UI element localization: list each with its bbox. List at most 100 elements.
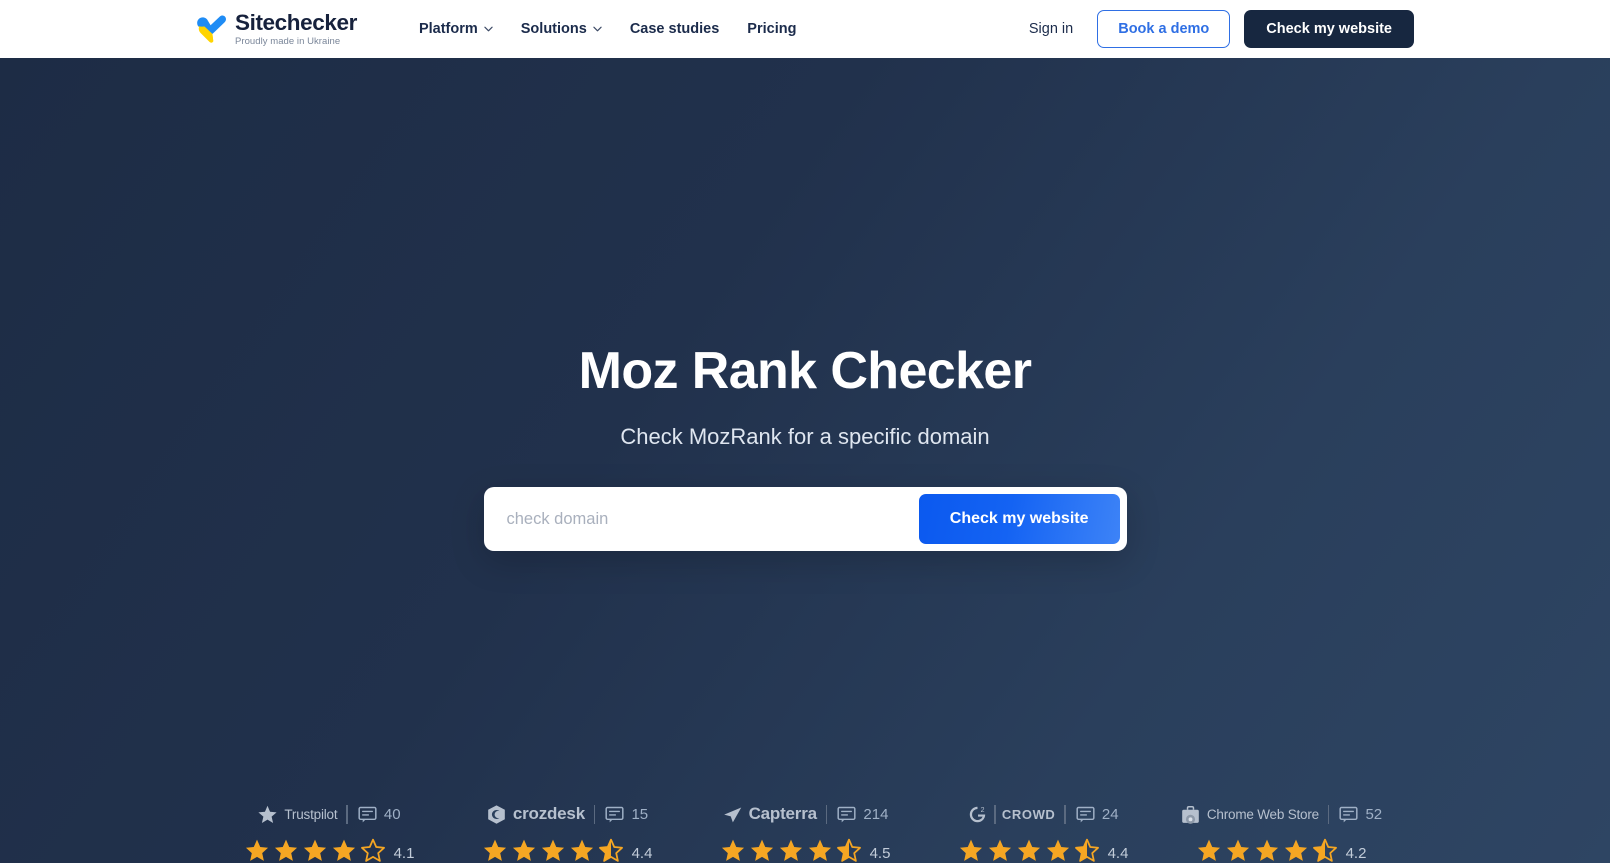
badge-g2crowd[interactable]: 2 CROWD 24 4.4 <box>945 799 1141 863</box>
brand-name: Trustpilot <box>284 806 338 822</box>
badge-header: 2 CROWD 24 <box>945 799 1141 829</box>
divider <box>593 804 596 824</box>
nav-label-solutions: Solutions <box>520 21 587 37</box>
star-full-icon <box>1284 839 1307 861</box>
brand-crozdesk: crozdesk <box>486 804 585 825</box>
badge-header: Capterra 214 <box>707 799 903 829</box>
nav-item-pricing[interactable]: Pricing <box>747 21 796 37</box>
page-title: Moz Rank Checker <box>578 342 1032 400</box>
comment-icon <box>1076 806 1095 822</box>
star-full-icon <box>512 839 535 861</box>
review-count: 52 <box>1365 805 1383 823</box>
hero-content: Moz Rank Checker Check MozRank for a spe… <box>0 58 1610 552</box>
divider <box>346 804 348 824</box>
g2-crowd-icon: 2 <box>970 806 986 822</box>
comment-icon <box>358 806 377 822</box>
book-demo-button[interactable]: Book a demo <box>1097 10 1231 48</box>
nav-item-platform[interactable]: Platform <box>419 21 493 37</box>
rating-value: 4.5 <box>869 845 891 862</box>
crozdesk-shield-icon <box>488 804 505 824</box>
header-check-website-button[interactable]: Check my website <box>1244 10 1414 48</box>
review-count-group: 40 <box>357 804 401 825</box>
nav-item-case-studies[interactable]: Case studies <box>630 21 719 37</box>
star-full-icon <box>959 839 982 861</box>
badge-crozdesk[interactable]: crozdesk 15 4.4 <box>469 799 665 863</box>
header-actions: Sign in Book a demo Check my website <box>1029 10 1610 48</box>
review-count: 24 <box>1101 805 1119 823</box>
rating-value: 4.4 <box>631 845 653 862</box>
badge-chrome-web-store[interactable]: Chrome Web Store 52 4.2 <box>1180 799 1382 863</box>
hero-section: Moz Rank Checker Check MozRank for a spe… <box>0 58 1610 863</box>
review-count-group: 52 <box>1338 804 1382 825</box>
star-full-icon <box>1046 839 1069 861</box>
star-full-icon <box>721 839 744 861</box>
star-half-icon <box>1074 838 1099 862</box>
domain-search-input[interactable] <box>490 494 919 545</box>
review-count-group: 214 <box>836 804 888 825</box>
star-rating: 4.1 <box>231 838 427 863</box>
review-count: 15 <box>631 805 649 823</box>
star-full-icon <box>750 839 773 861</box>
logo-tagline: Proudly made in Ukraine <box>235 36 341 47</box>
star-full-icon <box>541 839 564 861</box>
rating-value: 4.2 <box>1345 845 1367 862</box>
nav-item-solutions[interactable]: Solutions <box>521 21 602 37</box>
rating-value: 4.1 <box>393 845 415 862</box>
badge-trustpilot[interactable]: Trustpilot 40 4.1 <box>231 799 427 863</box>
ukraine-heart-check-icon <box>197 15 226 43</box>
review-count-group: 15 <box>604 804 648 825</box>
domain-check-form: Check my website <box>483 487 1127 552</box>
divider <box>1327 804 1330 824</box>
badge-header: crozdesk 15 <box>469 799 665 829</box>
star-full-icon <box>245 839 268 861</box>
review-count: 214 <box>863 805 889 823</box>
star-full-icon <box>570 839 593 861</box>
brand-capterra: Capterra <box>722 804 817 825</box>
hero-check-website-button[interactable]: Check my website <box>918 494 1120 545</box>
star-half-icon <box>1312 838 1337 862</box>
comment-icon <box>1339 806 1359 822</box>
star-empty-icon <box>360 838 385 862</box>
site-header: Sitechecker Proudly made in Ukraine Plat… <box>0 0 1610 58</box>
review-count-group: 24 <box>1075 804 1119 825</box>
brand-chrome-web-store: Chrome Web Store <box>1180 804 1319 825</box>
svg-text:2: 2 <box>981 807 985 814</box>
chevron-down-icon <box>593 26 602 32</box>
trustpilot-star-icon <box>258 805 277 823</box>
badge-header: Chrome Web Store 52 <box>1180 799 1382 829</box>
brand-g2crowd: 2 CROWD <box>967 804 1055 825</box>
star-full-icon <box>1197 839 1220 861</box>
brand-name: Capterra <box>748 804 818 823</box>
star-full-icon <box>988 839 1011 861</box>
main-navigation: Platform Solutions Case studies Pricing <box>419 21 797 37</box>
star-full-icon <box>483 839 506 861</box>
star-rating: 4.4 <box>469 838 665 863</box>
star-full-icon <box>808 839 831 861</box>
brand-name: CROWD <box>1001 806 1056 822</box>
star-full-icon <box>274 839 297 861</box>
chrome-web-store-icon <box>1182 805 1199 824</box>
star-full-icon <box>1226 839 1249 861</box>
divider <box>825 804 828 824</box>
sign-in-link[interactable]: Sign in <box>1029 21 1073 37</box>
star-full-icon <box>1017 839 1040 861</box>
brand-name: Chrome Web Store <box>1206 806 1319 822</box>
logo-wordmark: Sitechecker <box>235 9 357 35</box>
star-rating: 4.2 <box>1183 838 1379 863</box>
star-half-icon <box>598 838 623 862</box>
badge-capterra[interactable]: Capterra 214 4.5 <box>707 799 903 863</box>
badge-header: Trustpilot 40 <box>231 799 427 829</box>
divider <box>1064 804 1066 824</box>
divider <box>994 804 996 824</box>
nav-label-platform: Platform <box>418 21 478 37</box>
review-count: 40 <box>383 805 401 823</box>
star-full-icon <box>779 839 802 861</box>
capterra-arrow-icon <box>723 807 741 822</box>
logo[interactable]: Sitechecker Proudly made in Ukraine <box>196 9 357 47</box>
star-full-icon <box>332 839 355 861</box>
comment-icon <box>605 806 625 822</box>
chevron-down-icon <box>484 26 493 32</box>
star-full-icon <box>303 839 326 861</box>
comment-icon <box>837 806 856 822</box>
star-half-icon <box>836 838 861 862</box>
